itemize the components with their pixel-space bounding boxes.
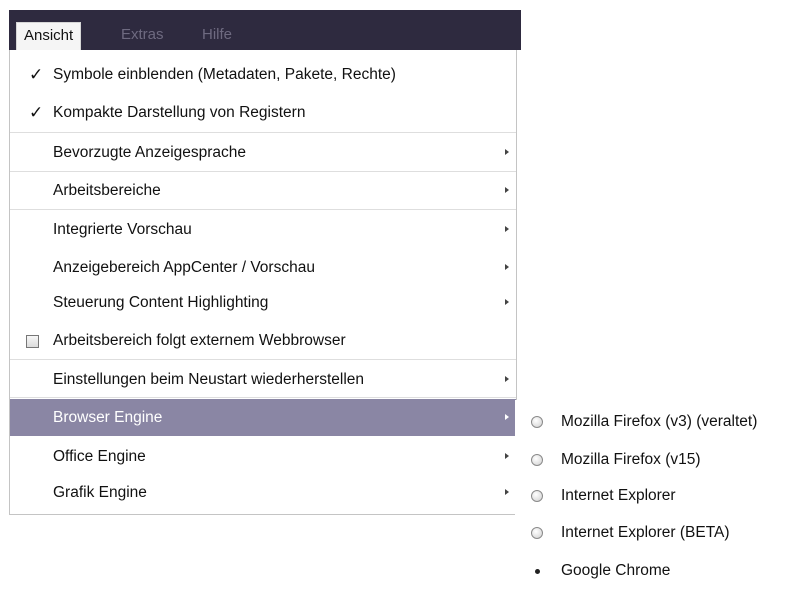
menu-separator — [10, 359, 516, 360]
submenu-arrow-icon — [505, 489, 509, 495]
radio-unselected-icon — [531, 527, 543, 539]
menu-separator — [10, 397, 516, 398]
submenu-arrow-icon — [505, 226, 509, 232]
radio-unselected-icon — [531, 416, 543, 428]
menu-item-integrierte-vorschau[interactable]: Integrierte Vorschau — [10, 211, 516, 248]
menu-separator — [10, 209, 516, 210]
submenu-arrow-icon — [505, 264, 509, 270]
menu-item-label: Arbeitsbereiche — [53, 182, 161, 199]
radio-selected-icon — [535, 569, 540, 574]
menu-item-label: Anzeigebereich AppCenter / Vorschau — [53, 259, 315, 276]
menu-item-anzeigebereich-appcenter[interactable]: Anzeigebereich AppCenter / Vorschau — [10, 249, 516, 286]
menu-item-symbole-einblenden[interactable]: ✓ Symbole einblenden (Metadaten, Pakete,… — [10, 56, 516, 93]
menu-item-bevorzugte-anzeigesprache[interactable]: Bevorzugte Anzeigesprache — [10, 134, 516, 171]
submenu-arrow-icon — [505, 453, 509, 459]
checkbox-unchecked-icon[interactable] — [26, 335, 39, 348]
submenu-arrow-icon — [505, 187, 509, 193]
submenu-item-firefox-v15[interactable]: Mozilla Firefox (v15) — [515, 441, 798, 478]
menu-separator — [10, 132, 516, 133]
menu-item-label: Kompakte Darstellung von Registern — [53, 104, 306, 121]
submenu-item-firefox-v3[interactable]: Mozilla Firefox (v3) (veraltet) — [515, 403, 798, 440]
submenu-item-label: Google Chrome — [561, 562, 671, 579]
menu-item-einstellungen-wiederherstellen[interactable]: Einstellungen beim Neustart wiederherste… — [10, 361, 516, 398]
menu-item-grafik-engine[interactable]: Grafik Engine — [10, 474, 516, 511]
menu-item-kompakte-darstellung[interactable]: ✓ Kompakte Darstellung von Registern — [10, 94, 516, 131]
menu-item-steuerung-content-highlighting[interactable]: Steuerung Content Highlighting — [10, 284, 516, 321]
menu-bar: Ansicht Extras Hilfe — [9, 10, 521, 51]
menu-item-label: Steuerung Content Highlighting — [53, 294, 269, 311]
menu-item-label: Symbole einblenden (Metadaten, Pakete, R… — [53, 66, 396, 83]
submenu-arrow-icon — [505, 376, 509, 382]
check-icon: ✓ — [29, 65, 44, 84]
menu-item-label: Einstellungen beim Neustart wiederherste… — [53, 371, 365, 388]
submenu-arrow-icon — [505, 414, 509, 420]
menu-item-arbeitsbereich-folgt-webbrowser[interactable]: Arbeitsbereich folgt externem Webbrowser — [10, 322, 516, 359]
submenu-item-label: Mozilla Firefox (v15) — [561, 451, 701, 468]
menu-item-label: Integrierte Vorschau — [53, 221, 192, 238]
ansicht-dropdown-menu: ✓ Symbole einblenden (Metadaten, Pakete,… — [9, 50, 517, 515]
menu-item-office-engine[interactable]: Office Engine — [10, 438, 516, 475]
submenu-item-internet-explorer-beta[interactable]: Internet Explorer (BETA) — [515, 514, 798, 551]
menu-item-label: Arbeitsbereich folgt externem Webbrowser — [53, 332, 346, 349]
check-icon: ✓ — [29, 103, 44, 122]
radio-unselected-icon — [531, 490, 543, 502]
browser-engine-submenu: Mozilla Firefox (v3) (veraltet) Mozilla … — [515, 400, 798, 587]
submenu-arrow-icon — [505, 299, 509, 305]
submenu-item-google-chrome[interactable]: Google Chrome — [515, 552, 798, 589]
submenu-arrow-icon — [505, 149, 509, 155]
menu-extras[interactable]: Extras — [121, 21, 164, 49]
menu-item-label: Office Engine — [53, 448, 146, 465]
menu-item-label: Bevorzugte Anzeigesprache — [53, 144, 247, 161]
radio-unselected-icon — [531, 454, 543, 466]
menu-item-browser-engine[interactable]: Browser Engine — [10, 399, 516, 436]
submenu-item-label: Mozilla Firefox (v3) (veraltet) — [561, 413, 758, 430]
menu-item-arbeitsbereiche[interactable]: Arbeitsbereiche — [10, 172, 516, 209]
menu-hilfe[interactable]: Hilfe — [202, 21, 232, 49]
menu-ansicht[interactable]: Ansicht — [16, 22, 82, 51]
menu-item-label: Browser Engine — [53, 409, 163, 426]
submenu-item-label: Internet Explorer (BETA) — [561, 524, 730, 541]
submenu-item-label: Internet Explorer — [561, 487, 676, 504]
submenu-item-internet-explorer[interactable]: Internet Explorer — [515, 477, 798, 514]
menu-item-label: Grafik Engine — [53, 484, 147, 501]
